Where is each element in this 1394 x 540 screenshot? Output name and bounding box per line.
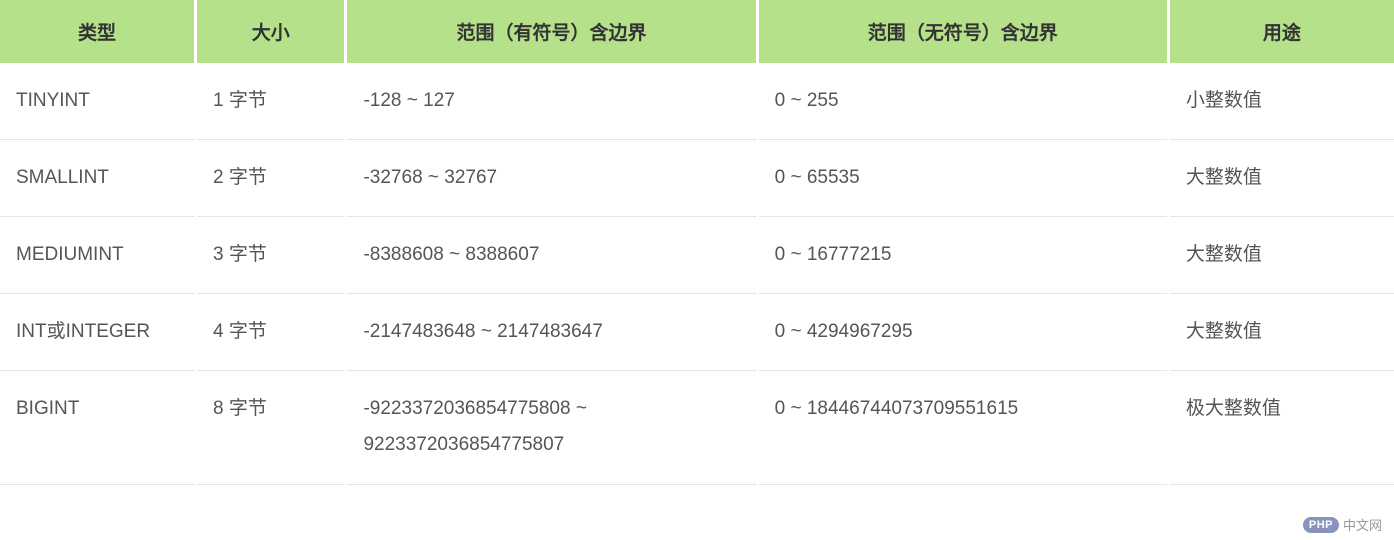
cell-signed: -9223372036854775808 ~ 92233720368547758…: [346, 371, 757, 484]
cell-size: 1 字节: [196, 63, 346, 140]
table-row: MEDIUMINT 3 字节 -8388608 ~ 8388607 0 ~ 16…: [0, 217, 1394, 294]
cell-usage: 大整数值: [1168, 140, 1394, 217]
cell-size: 3 字节: [196, 217, 346, 294]
table-header-row: 类型 大小 范围（有符号）含边界 范围（无符号）含边界 用途: [0, 0, 1394, 63]
cell-signed: -2147483648 ~ 2147483647: [346, 294, 757, 371]
cell-size: 4 字节: [196, 294, 346, 371]
cell-usage: 小整数值: [1168, 63, 1394, 140]
cell-usage: 大整数值: [1168, 217, 1394, 294]
cell-type: BIGINT: [0, 371, 196, 484]
table-row: BIGINT 8 字节 -9223372036854775808 ~ 92233…: [0, 371, 1394, 484]
watermark: PHP 中文网: [1303, 515, 1382, 534]
cell-size: 8 字节: [196, 371, 346, 484]
cell-unsigned: 0 ~ 255: [757, 63, 1168, 140]
cell-type: SMALLINT: [0, 140, 196, 217]
table-row: SMALLINT 2 字节 -32768 ~ 32767 0 ~ 65535 大…: [0, 140, 1394, 217]
header-unsigned: 范围（无符号）含边界: [757, 0, 1168, 63]
cell-signed: -8388608 ~ 8388607: [346, 217, 757, 294]
php-badge-icon: PHP: [1303, 517, 1339, 533]
cell-unsigned: 0 ~ 4294967295: [757, 294, 1168, 371]
table-row: INT或INTEGER 4 字节 -2147483648 ~ 214748364…: [0, 294, 1394, 371]
cell-type: TINYINT: [0, 63, 196, 140]
cell-usage: 大整数值: [1168, 294, 1394, 371]
cell-unsigned: 0 ~ 18446744073709551615: [757, 371, 1168, 484]
cell-size: 2 字节: [196, 140, 346, 217]
header-usage: 用途: [1168, 0, 1394, 63]
cell-signed: -128 ~ 127: [346, 63, 757, 140]
watermark-text: 中文网: [1343, 515, 1382, 534]
cell-usage: 极大整数值: [1168, 371, 1394, 484]
header-signed: 范围（有符号）含边界: [346, 0, 757, 63]
cell-signed: -32768 ~ 32767: [346, 140, 757, 217]
cell-type: MEDIUMINT: [0, 217, 196, 294]
cell-unsigned: 0 ~ 65535: [757, 140, 1168, 217]
header-type: 类型: [0, 0, 196, 63]
cell-unsigned: 0 ~ 16777215: [757, 217, 1168, 294]
cell-type: INT或INTEGER: [0, 294, 196, 371]
table-row: TINYINT 1 字节 -128 ~ 127 0 ~ 255 小整数值: [0, 63, 1394, 140]
header-size: 大小: [196, 0, 346, 63]
integer-types-table: 类型 大小 范围（有符号）含边界 范围（无符号）含边界 用途 TINYINT 1…: [0, 0, 1394, 485]
